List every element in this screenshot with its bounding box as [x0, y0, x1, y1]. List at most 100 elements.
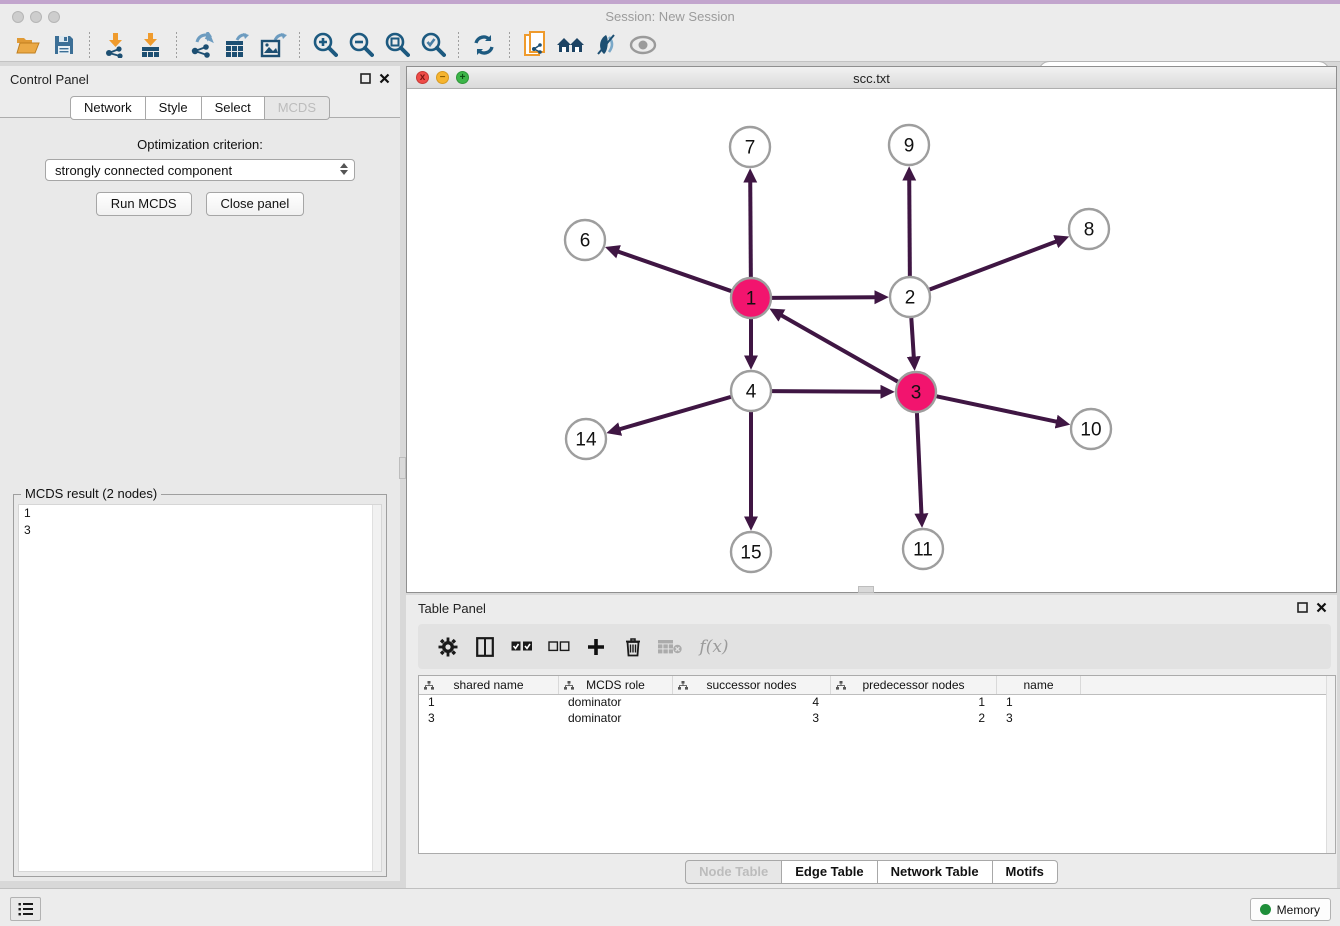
status-bar: Memory	[0, 888, 1340, 926]
import-network-icon[interactable]	[100, 31, 130, 59]
edge-1-6[interactable]	[617, 251, 731, 291]
table-cell[interactable]: dominator	[559, 695, 673, 711]
tab-mcds[interactable]: MCDS	[265, 96, 330, 120]
table-cell[interactable]: 3	[419, 711, 559, 727]
close-panel-icon[interactable]	[379, 73, 390, 84]
mcds-result-textarea[interactable]: 13	[18, 504, 382, 872]
node-label-1: 1	[746, 289, 757, 310]
table-cell[interactable]: 1	[997, 695, 1081, 711]
edge-1-7[interactable]	[750, 181, 751, 277]
vertical-splitter-handle[interactable]	[399, 457, 406, 479]
toolbar-separator	[299, 32, 300, 58]
toolbar-separator	[176, 32, 177, 58]
network-window-titlebar[interactable]: x − + scc.txt	[407, 67, 1336, 89]
refresh-layout-icon[interactable]	[469, 31, 499, 59]
table-panel: Table Panel	[406, 595, 1337, 888]
titlebar[interactable]: Session: New Session	[0, 4, 1340, 28]
optimization-criterion-value: strongly connected component	[55, 163, 232, 178]
table-panel-title: Table Panel	[418, 601, 486, 616]
table-settings-gear-icon[interactable]	[435, 634, 461, 660]
tab-select[interactable]: Select	[202, 96, 265, 120]
edge-1-2[interactable]	[772, 297, 876, 298]
table-cell[interactable]: 1	[419, 695, 559, 711]
result-scrollbar[interactable]	[372, 505, 381, 871]
float-panel-icon[interactable]	[360, 73, 371, 84]
edge-3-11[interactable]	[917, 413, 922, 515]
edge-3-10[interactable]	[937, 396, 1058, 422]
window-title: Session: New Session	[0, 9, 1340, 24]
task-list-icon	[18, 902, 34, 916]
export-network-icon[interactable]	[187, 31, 217, 59]
select-chevrons-icon	[340, 163, 348, 175]
mcds-result-line: 3	[19, 522, 381, 539]
memory-status-dot	[1260, 904, 1271, 915]
table-cell[interactable]: 3	[673, 711, 831, 727]
table-panel-tabs: Node TableEdge TableNetwork TableMotifs	[406, 860, 1337, 884]
tab-network[interactable]: Network	[70, 96, 146, 120]
add-column-icon[interactable]	[583, 634, 609, 660]
network-canvas[interactable]: 7968124314101511	[407, 89, 1336, 592]
edge-2-8[interactable]	[930, 241, 1058, 289]
import-table-icon[interactable]	[136, 31, 166, 59]
table-cell[interactable]: 3	[997, 711, 1081, 727]
edge-2-9[interactable]	[909, 179, 910, 276]
table-cell[interactable]: dominator	[559, 711, 673, 727]
network-window-title: scc.txt	[407, 71, 1336, 86]
node-label-15: 15	[740, 543, 761, 564]
node-label-3: 3	[911, 383, 922, 404]
table-scrollbar[interactable]	[1326, 676, 1335, 853]
zoom-selected-icon[interactable]	[418, 31, 448, 59]
deselect-all-columns-icon[interactable]	[546, 634, 572, 660]
table-cell[interactable]: 4	[673, 695, 831, 711]
table-row[interactable]: 3dominator323	[419, 711, 1335, 727]
split-panel-icon[interactable]	[472, 634, 498, 660]
node-label-10: 10	[1080, 420, 1101, 441]
optimization-criterion-select[interactable]: strongly connected component	[45, 159, 355, 181]
tab-network-table[interactable]: Network Table	[878, 860, 993, 884]
toolbar-separator	[509, 32, 510, 58]
export-table-icon[interactable]	[223, 31, 253, 59]
delete-columns-trash-icon[interactable]	[620, 634, 646, 660]
task-history-button[interactable]	[10, 897, 41, 921]
node-label-4: 4	[746, 382, 757, 403]
export-image-icon[interactable]	[259, 31, 289, 59]
control-panel: Control Panel NetworkStyleSelectMCDS Opt…	[0, 66, 400, 881]
zoom-in-icon[interactable]	[310, 31, 340, 59]
main-toolbar	[0, 28, 1340, 62]
select-all-columns-icon[interactable]	[509, 634, 535, 660]
node-label-2: 2	[905, 288, 916, 309]
tab-motifs[interactable]: Motifs	[993, 860, 1058, 884]
memory-button[interactable]: Memory	[1250, 898, 1331, 921]
edge-3-1[interactable]	[781, 315, 898, 382]
tab-edge-table[interactable]: Edge Table	[782, 860, 877, 884]
mcds-result-group: MCDS result (2 nodes) 13	[13, 494, 387, 877]
table-cell[interactable]: 1	[831, 695, 997, 711]
save-session-icon[interactable]	[49, 31, 79, 59]
zoom-fit-icon[interactable]	[382, 31, 412, 59]
app-store-home-icon[interactable]	[556, 31, 586, 59]
close-panel-icon[interactable]	[1316, 602, 1327, 613]
column-header-successor-nodes[interactable]: successor nodes	[673, 676, 831, 694]
column-header-shared-name[interactable]: shared name	[419, 676, 559, 694]
edge-2-3[interactable]	[911, 318, 914, 358]
tab-style[interactable]: Style	[146, 96, 202, 120]
table-row[interactable]: 1dominator411	[419, 695, 1335, 711]
column-header-predecessor-nodes[interactable]: predecessor nodes	[831, 676, 997, 694]
horizontal-splitter-handle[interactable]	[858, 586, 874, 593]
table-cell[interactable]: 2	[831, 711, 997, 727]
close-panel-button[interactable]: Close panel	[206, 192, 305, 216]
zoom-out-icon[interactable]	[346, 31, 376, 59]
open-session-icon[interactable]	[13, 31, 43, 59]
tab-node-table[interactable]: Node Table	[685, 860, 782, 884]
new-network-from-selection-icon[interactable]	[520, 31, 550, 59]
run-mcds-button[interactable]: Run MCDS	[96, 192, 192, 216]
hide-panels-icon[interactable]	[592, 31, 622, 59]
column-header-MCDS-role[interactable]: MCDS role	[559, 676, 673, 694]
column-header-name[interactable]: name	[997, 676, 1081, 694]
float-panel-icon[interactable]	[1297, 602, 1308, 613]
node-table[interactable]: shared nameMCDS rolesuccessor nodesprede…	[418, 675, 1336, 854]
edge-4-14[interactable]	[619, 397, 731, 430]
edge-4-3[interactable]	[772, 391, 882, 392]
node-label-6: 6	[580, 231, 591, 252]
show-panels-eye-icon	[628, 31, 658, 59]
